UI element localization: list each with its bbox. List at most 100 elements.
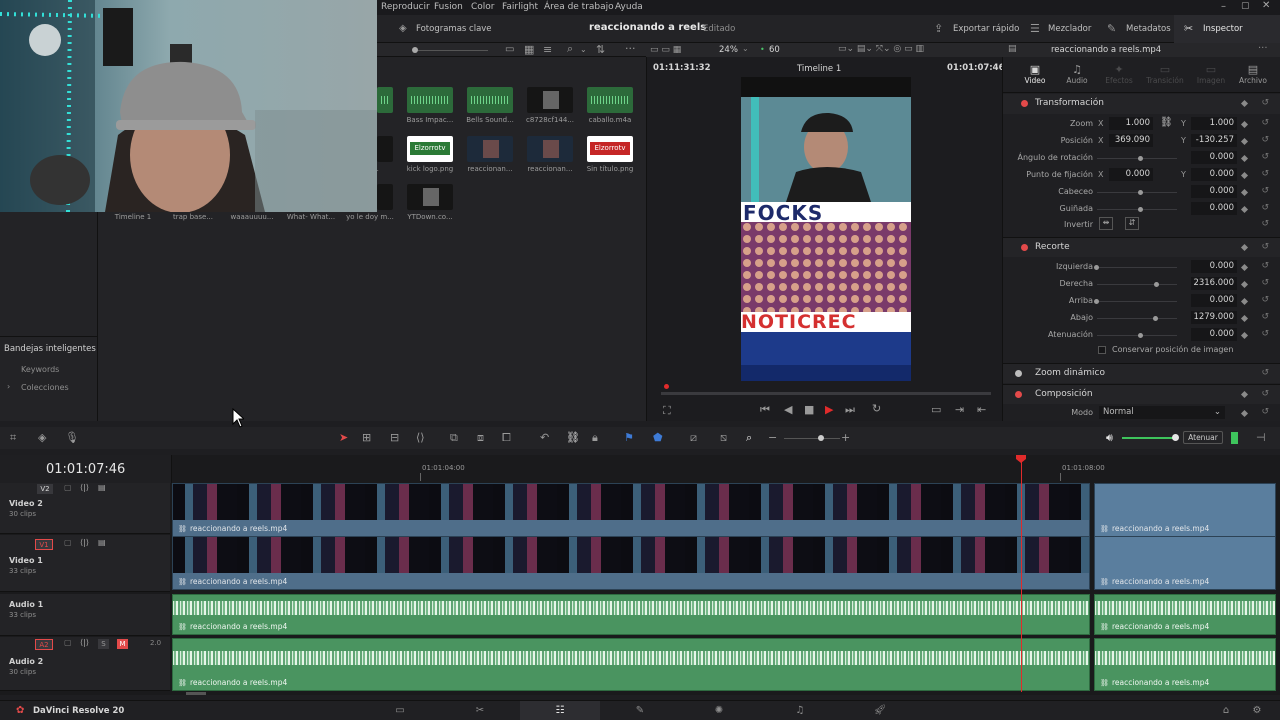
flag-icon[interactable]: ⚑	[624, 432, 634, 443]
solo-button[interactable]: S	[98, 639, 109, 649]
zoom-slider[interactable]	[784, 438, 840, 439]
keyframe-icon[interactable]	[1240, 99, 1249, 108]
reset-icon[interactable]: ↺	[1261, 219, 1269, 229]
crop-top-handle[interactable]	[1094, 299, 1099, 304]
keyframe-icon[interactable]	[1240, 154, 1249, 163]
menu-item-fairlight[interactable]: Fairlight	[502, 2, 538, 12]
section-enable-dot[interactable]	[1021, 244, 1028, 251]
reset-icon[interactable]: ↺	[1261, 242, 1269, 252]
color-page-icon[interactable]: ✺	[712, 706, 726, 716]
track-header-a1[interactable]: Audio 1 33 clips	[0, 594, 170, 636]
menu-item-play[interactable]: Reproducir	[381, 2, 430, 12]
softness-field[interactable]: 0.000	[1191, 328, 1237, 341]
crop-right-slider[interactable]	[1097, 284, 1177, 285]
media-clip-thumbnail[interactable]	[407, 184, 453, 210]
stop-icon[interactable]: ■	[804, 404, 814, 415]
tab-effects[interactable]: ✦ Efectos	[1103, 63, 1135, 85]
playhead-line[interactable]	[1021, 455, 1022, 692]
flip-horizontal-button[interactable]: ⇹	[1099, 217, 1113, 230]
go-end-icon[interactable]: ⇤	[977, 404, 986, 415]
keyframe-icon[interactable]	[1240, 120, 1249, 129]
auto-select-icon[interactable]: ⟨|⟩	[80, 638, 89, 647]
keyframe-icon[interactable]	[1240, 243, 1249, 252]
track-visibility-icon[interactable]: ▤	[98, 538, 106, 547]
track-visibility-icon[interactable]: ▤	[98, 483, 106, 492]
play-reverse-icon[interactable]: ◀	[784, 404, 792, 415]
crop-view-icon[interactable]: ⛶	[663, 405, 671, 416]
viewer-options-icon[interactable]: ▭⌄ ▤⌄ ⤧⌄ ◎ ▭ ▥	[838, 44, 924, 55]
keyframe-icon[interactable]	[1240, 171, 1249, 180]
keyframe-icon[interactable]	[1240, 263, 1249, 272]
media-clip-label[interactable]: waaauuuu...	[220, 213, 284, 221]
layout-icon[interactable]: ⌗	[10, 432, 16, 443]
media-clip-thumbnail[interactable]	[377, 184, 393, 210]
zoom-custom-icon[interactable]: ⌕	[746, 432, 752, 443]
zoom-y-field[interactable]: 1.000	[1191, 117, 1237, 130]
zoom-slider-handle[interactable]	[818, 435, 824, 441]
timeline-clip-a1[interactable]: ⛓ reaccionando a reels.mp4	[172, 594, 1090, 635]
keyframe-icon[interactable]	[1240, 188, 1249, 197]
media-clip-thumbnail[interactable]: Elzorrotv	[587, 136, 633, 162]
chevron-down-icon[interactable]: ⌄	[742, 44, 749, 53]
zoom-full-icon[interactable]: ⧄	[690, 432, 697, 443]
collections-bin[interactable]: Colecciones	[21, 383, 69, 392]
media-clip-thumbnail[interactable]	[587, 87, 633, 113]
fullscreen-icon[interactable]: ▭	[931, 404, 941, 415]
volume-slider[interactable]	[1122, 437, 1176, 439]
keyframes-button[interactable]: Fotogramas clave	[416, 24, 492, 34]
lock-icon[interactable]: ▢	[64, 638, 72, 647]
zoom-out-icon[interactable]: −	[768, 432, 777, 443]
media-clip-label[interactable]: trap base...	[161, 213, 225, 221]
lock-icon[interactable]: ▢	[64, 538, 72, 547]
close-icon[interactable]: ✕	[1262, 0, 1270, 11]
crop-left-handle[interactable]	[1094, 265, 1099, 270]
track-header-v2[interactable]: V2 ▢ ⟨|⟩ ▤ Video 2 30 clips	[0, 483, 170, 534]
scrubber-bar[interactable]	[661, 392, 991, 395]
horizontal-scrollbar[interactable]	[186, 692, 206, 695]
crop-left-field[interactable]: 0.000	[1191, 260, 1237, 273]
snapping-icon[interactable]: ↶	[540, 432, 549, 443]
crop-bottom-field[interactable]: 1279.000	[1191, 311, 1237, 324]
pitch-field[interactable]: 0.000	[1191, 185, 1237, 198]
reset-icon[interactable]: ↺	[1261, 389, 1269, 399]
zoom-level[interactable]: 24%	[719, 45, 738, 55]
crop-top-slider[interactable]	[1097, 301, 1177, 302]
section-enable-dot[interactable]	[1021, 100, 1028, 107]
metadata-view-icon[interactable]: ▭	[505, 44, 514, 55]
media-clip-thumbnail[interactable]	[527, 87, 573, 113]
section-enable-dot[interactable]	[1015, 370, 1022, 377]
auto-select-icon[interactable]: ⟨|⟩	[80, 483, 89, 492]
reset-icon[interactable]: ↺	[1261, 278, 1269, 288]
more-options-icon[interactable]: ···	[1258, 43, 1268, 54]
gear-icon[interactable]: ⚙	[1250, 706, 1264, 716]
retain-position-checkbox[interactable]	[1098, 346, 1106, 354]
panel-toggle-icon[interactable]: ⊣	[1256, 432, 1266, 443]
sort-icon[interactable]: ⇅	[596, 44, 605, 55]
keyframe-icon[interactable]	[1240, 331, 1249, 340]
timeline-clip-v1b[interactable]: ⛓ reaccionando a reels.mp4	[1094, 536, 1276, 590]
media-clip-thumbnail[interactable]	[467, 87, 513, 113]
keyframe-icon[interactable]	[1240, 297, 1249, 306]
media-page-icon[interactable]: ▭	[393, 706, 407, 716]
timeline-clip-a2[interactable]: ⛓ reaccionando a reels.mp4	[172, 638, 1090, 691]
metadata-button[interactable]: Metadatos	[1126, 24, 1171, 34]
grid-icon[interactable]: ▦	[524, 44, 534, 55]
media-clip-label[interactable]: What- What...	[279, 213, 343, 221]
edit-page-tab[interactable]: ☷	[520, 701, 600, 720]
mute-button[interactable]: M	[117, 639, 128, 649]
maximize-icon[interactable]: ▢	[1241, 1, 1250, 11]
timeline-clip-v2b[interactable]: ⛓ reaccionando a reels.mp4	[1094, 483, 1276, 537]
section-crop[interactable]: Recorte ↺	[1003, 237, 1280, 257]
tab-transition[interactable]: ▭ Transición	[1145, 63, 1185, 85]
reset-icon[interactable]: ↺	[1261, 295, 1269, 305]
reset-icon[interactable]: ↺	[1261, 135, 1269, 145]
anchor-y-field[interactable]: 0.000	[1191, 168, 1237, 181]
cut-page-icon[interactable]: ✂	[473, 706, 487, 716]
timeline-selector[interactable]: Timeline 1	[797, 64, 841, 74]
reset-icon[interactable]: ↺	[1261, 312, 1269, 322]
keyframe-icon[interactable]	[1240, 409, 1249, 418]
zoom-detail-icon[interactable]: ⧅	[720, 432, 727, 443]
inspector-button-bg[interactable]: ✂ Inspector	[1174, 15, 1280, 43]
lock-icon[interactable]: ▢	[64, 483, 72, 492]
position-y-field[interactable]: -130.257	[1191, 134, 1237, 147]
